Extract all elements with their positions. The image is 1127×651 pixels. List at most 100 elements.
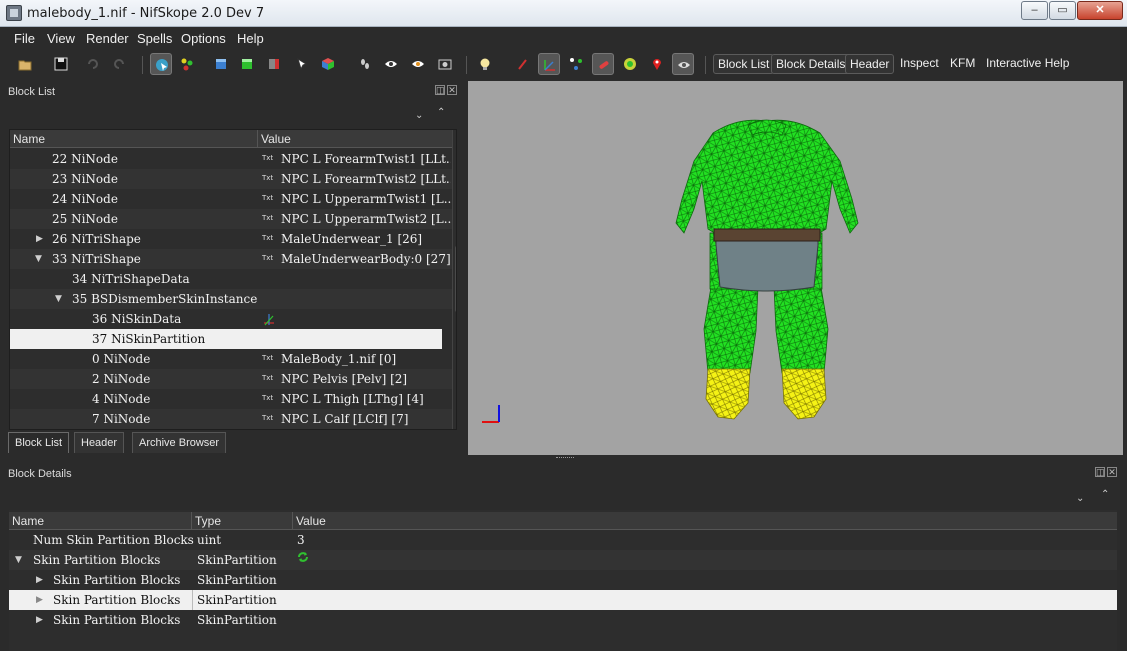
text-value-icon: Txt bbox=[262, 374, 274, 382]
interactive-help-toolbar-button[interactable]: Interactive Help bbox=[982, 54, 1073, 74]
menu-file[interactable]: File bbox=[14, 31, 35, 46]
tab-block-list[interactable]: Block List bbox=[8, 432, 70, 453]
render-viewport[interactable] bbox=[468, 81, 1123, 455]
expand-arrow-icon[interactable]: ▶ bbox=[36, 610, 46, 630]
scroll-thumb[interactable] bbox=[455, 246, 456, 312]
column-name[interactable]: Name bbox=[10, 130, 258, 148]
expand-arrow-icon[interactable]: ▶ bbox=[36, 229, 46, 249]
column-value[interactable]: Value bbox=[293, 512, 1117, 530]
mesh-render[interactable] bbox=[468, 81, 1123, 455]
table-row[interactable]: 2 NiNode Txt NPC Pelvis [Pelv] [2] bbox=[10, 369, 452, 389]
block-list-dock-buttons[interactable]: ◫ ✕ bbox=[433, 85, 457, 95]
table-row-selected[interactable]: ▶ Skin Partition Blocks SkinPartition bbox=[9, 590, 1117, 610]
column-value[interactable]: Value bbox=[258, 130, 452, 148]
save-file-icon[interactable] bbox=[50, 53, 72, 75]
select-object-icon[interactable] bbox=[150, 53, 172, 75]
header-toolbar-button[interactable]: Header bbox=[845, 54, 895, 74]
collapse-arrow-icon[interactable]: ▼ bbox=[15, 550, 25, 570]
footprints-icon[interactable] bbox=[354, 53, 376, 75]
scroll-up-icon[interactable]: ▲ bbox=[453, 132, 456, 146]
table-row[interactable]: 7 NiNode Txt NPC L Calf [LClf] [7] bbox=[10, 409, 452, 429]
table-row[interactable]: 24 NiNode Txt NPC L UpperarmTwist1 [L... bbox=[10, 189, 452, 209]
block-details-toolbar-button[interactable]: Block Details bbox=[771, 54, 851, 74]
block-details-dock-buttons[interactable]: ◫ ✕ bbox=[1093, 467, 1117, 477]
undo-icon[interactable] bbox=[82, 53, 104, 75]
view-perspective-cube-icon[interactable] bbox=[317, 53, 339, 75]
maximize-button[interactable]: ▭ bbox=[1049, 1, 1076, 20]
table-row[interactable]: ▶ 26 NiTriShape Txt MaleUnderwear_1 [26] bbox=[10, 229, 452, 249]
table-row[interactable]: ▶ Skin Partition Blocks SkinPartition bbox=[9, 570, 1117, 590]
toolbar-separator bbox=[142, 56, 143, 74]
tab-archive-browser[interactable]: Archive Browser bbox=[132, 432, 227, 453]
collision-icon[interactable] bbox=[592, 53, 614, 75]
text-value-icon: Txt bbox=[262, 354, 274, 362]
table-row-selected[interactable]: 37 NiSkinPartition bbox=[10, 329, 442, 349]
select-vertex-icon[interactable] bbox=[176, 53, 198, 75]
screenshot-icon[interactable] bbox=[434, 53, 456, 75]
nodes-icon[interactable] bbox=[565, 53, 587, 75]
menu-spells[interactable]: Spells bbox=[137, 31, 172, 46]
menu-view[interactable]: View bbox=[47, 31, 75, 46]
table-row[interactable]: 23 NiNode Txt NPC L ForearmTwist2 [LLt..… bbox=[10, 169, 452, 189]
view-user-icon[interactable] bbox=[291, 53, 313, 75]
menu-render[interactable]: Render bbox=[86, 31, 129, 46]
menu-options[interactable]: Options bbox=[181, 31, 226, 46]
close-button[interactable]: ✕ bbox=[1077, 1, 1123, 20]
block-details-table[interactable]: Name Type Value Num Skin Partition Block… bbox=[9, 510, 1117, 651]
table-row[interactable]: 22 NiNode Txt NPC L ForearmTwist1 [LLt..… bbox=[10, 149, 452, 169]
block-list-tree[interactable]: Name Value 22 NiNode Txt NPC L ForearmTw… bbox=[9, 129, 457, 430]
redo-icon[interactable] bbox=[108, 53, 130, 75]
title-bar: malebody_1.nif - NifSkope 2.0 Dev 7 – ▭ … bbox=[0, 0, 1127, 27]
table-row[interactable]: ▼ 33 NiTriShape Txt MaleUnderwearBody:0 … bbox=[10, 249, 452, 269]
menu-bar: File View Render Spells Options Help bbox=[0, 27, 1127, 49]
hidden-eye-icon[interactable] bbox=[672, 53, 694, 75]
expand-all-icon[interactable]: ⌃ bbox=[437, 107, 445, 118]
eye-icon[interactable] bbox=[380, 53, 402, 75]
lightbulb-icon[interactable] bbox=[474, 53, 496, 75]
expand-arrow-icon[interactable]: ▶ bbox=[36, 590, 46, 610]
collapse-arrow-icon[interactable]: ▼ bbox=[35, 249, 45, 269]
window-title: malebody_1.nif - NifSkope 2.0 Dev 7 bbox=[27, 6, 265, 21]
splitter-handle[interactable] bbox=[556, 457, 574, 460]
inspect-toolbar-button[interactable]: Inspect bbox=[896, 54, 943, 74]
details-collapse-icon[interactable]: ⌄ bbox=[1076, 493, 1084, 504]
table-row[interactable]: 36 NiSkinData bbox=[10, 309, 452, 329]
open-file-icon[interactable] bbox=[14, 53, 36, 75]
details-expand-icon[interactable]: ⌃ bbox=[1101, 489, 1109, 500]
block-list-scrollbar[interactable]: ▲ ▼ bbox=[452, 130, 456, 429]
underwear-cloth bbox=[715, 232, 819, 292]
axes-icon[interactable] bbox=[538, 53, 560, 75]
underwear-belt bbox=[713, 228, 821, 242]
eye-highlight-icon[interactable] bbox=[407, 53, 429, 75]
tab-header[interactable]: Header bbox=[74, 432, 125, 453]
table-row[interactable]: ▶ Skin Partition Blocks SkinPartition bbox=[9, 610, 1117, 630]
refresh-array-icon[interactable] bbox=[296, 550, 310, 564]
text-value-icon: Txt bbox=[262, 214, 274, 222]
minimize-button[interactable]: – bbox=[1021, 1, 1048, 20]
column-type[interactable]: Type bbox=[192, 512, 293, 530]
block-list-toolbar-button[interactable]: Block List bbox=[713, 54, 775, 74]
block-details-panel-title: Block Details bbox=[8, 468, 72, 480]
expand-arrow-icon[interactable]: ▶ bbox=[36, 570, 46, 590]
view-side-cube-icon[interactable] bbox=[263, 53, 285, 75]
scroll-down-icon[interactable]: ▼ bbox=[453, 413, 456, 427]
toolbar-separator bbox=[705, 56, 706, 74]
pin-icon[interactable] bbox=[512, 53, 534, 75]
marker-icon[interactable] bbox=[646, 53, 668, 75]
table-row[interactable]: 0 NiNode Txt MaleBody_1.nif [0] bbox=[10, 349, 452, 369]
table-row[interactable]: 34 NiTriShapeData bbox=[10, 269, 452, 289]
table-row[interactable]: 4 NiNode Txt NPC L Thigh [LThg] [4] bbox=[10, 389, 452, 409]
table-row[interactable]: Num Skin Partition Blocks uint 3 bbox=[9, 530, 1117, 550]
collapse-all-icon[interactable]: ⌄ bbox=[415, 110, 423, 121]
kfm-toolbar-button[interactable]: KFM bbox=[946, 54, 979, 74]
table-row[interactable]: 25 NiNode Txt NPC L UpperarmTwist2 [L... bbox=[10, 209, 452, 229]
constraints-icon[interactable] bbox=[619, 53, 641, 75]
table-row[interactable]: ▼ 35 BSDismemberSkinInstance bbox=[10, 289, 452, 309]
text-value-icon: Txt bbox=[262, 254, 274, 262]
column-name[interactable]: Name bbox=[9, 512, 192, 530]
view-front-cube-icon[interactable] bbox=[236, 53, 258, 75]
view-top-cube-icon[interactable] bbox=[210, 53, 232, 75]
collapse-arrow-icon[interactable]: ▼ bbox=[55, 289, 65, 309]
menu-help[interactable]: Help bbox=[237, 31, 264, 46]
table-row[interactable]: ▼ Skin Partition Blocks SkinPartition bbox=[9, 550, 1117, 570]
